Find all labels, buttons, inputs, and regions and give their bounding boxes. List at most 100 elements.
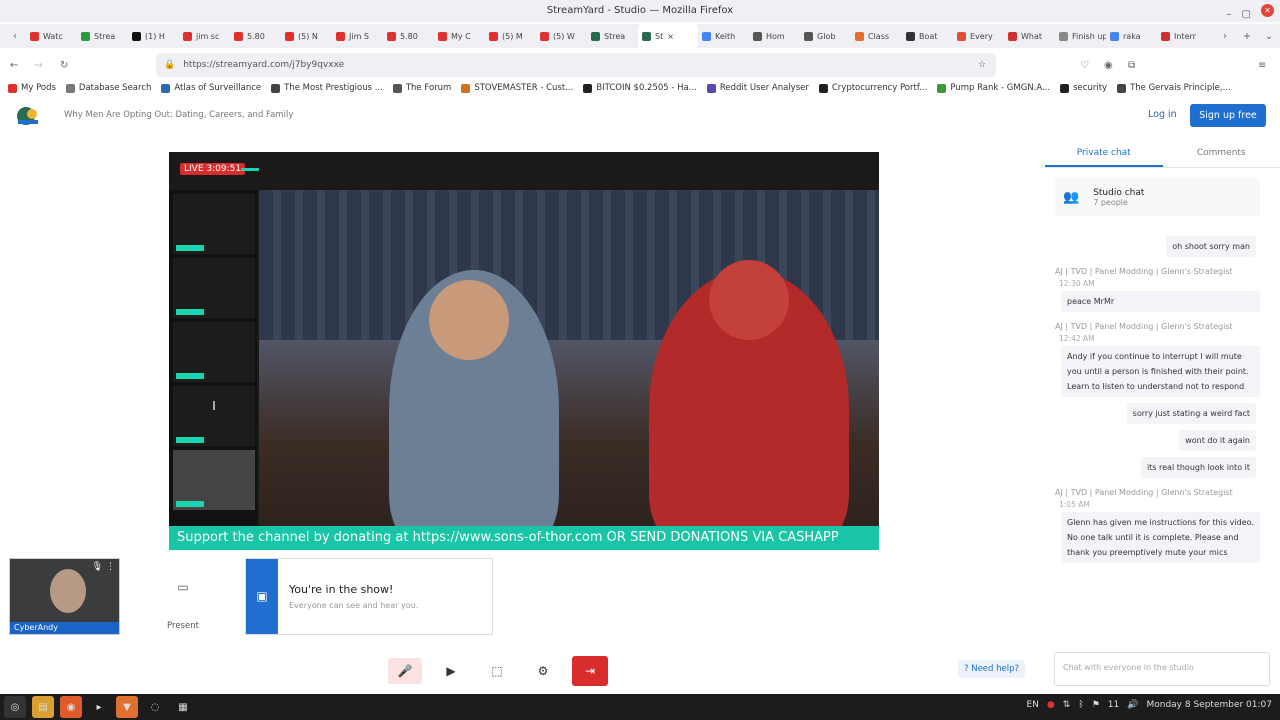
mic-off-icon[interactable]: 🎙	[92, 562, 103, 572]
browser-tab[interactable]: jim sc	[179, 24, 230, 48]
bookmark-item[interactable]: The Most Prestigious ...	[271, 83, 383, 93]
tab-label: Strea	[94, 31, 116, 41]
bookmark-item[interactable]: Pump Rank - GMGN.A...	[937, 83, 1050, 93]
guest-cam[interactable]	[173, 450, 255, 510]
minimize-icon[interactable]: –	[1227, 4, 1232, 26]
volume-level[interactable]: 11	[1108, 700, 1119, 710]
browser-tab[interactable]: (5) M	[485, 24, 536, 48]
browser-tab[interactable]: 5.80	[383, 24, 434, 48]
tab-close-icon[interactable]: ×	[667, 32, 674, 41]
self-camera-preview[interactable]: 🎙 ⋮ CyberAndy	[9, 558, 120, 635]
guest-cam[interactable]: I	[173, 386, 255, 446]
record-icon[interactable]: ●	[1047, 700, 1055, 710]
extensions-icon[interactable]: ⧉	[1128, 60, 1135, 71]
login-link[interactable]: Log in	[1148, 109, 1177, 120]
browser-tab[interactable]: Every	[953, 24, 1004, 48]
tab-list-icon[interactable]: ⌄	[1258, 31, 1280, 42]
browser-tab[interactable]: Boat	[902, 24, 953, 48]
camera-button[interactable]: ▶	[434, 658, 468, 684]
bookmark-label: Reddit User Analyser	[719, 83, 809, 93]
bookmark-star-icon[interactable]: ☆	[978, 60, 986, 70]
bookmark-item[interactable]: The Gervais Principle,...	[1117, 83, 1231, 93]
screen-share-icon: ⬚	[491, 664, 503, 678]
keyboard-layout[interactable]: EN	[1026, 700, 1038, 710]
close-icon[interactable]: ✕	[1261, 4, 1274, 17]
tab-comments[interactable]: Comments	[1163, 140, 1280, 167]
browser-tab[interactable]: My C	[434, 24, 485, 48]
present-button[interactable]: ▭ Present	[128, 558, 238, 635]
bluetooth-icon[interactable]: ᛒ	[1078, 700, 1083, 710]
bookmark-item[interactable]: Database Search	[65, 83, 151, 93]
bookmark-item[interactable]: Reddit User Analyser	[706, 83, 809, 93]
browser-tab[interactable]: (1) H	[128, 24, 179, 48]
notifications-icon[interactable]: ⚑	[1092, 700, 1100, 710]
bookmark-item[interactable]: STOVEMASTER - Cust...	[461, 83, 573, 93]
browser-tab[interactable]: Strea	[77, 24, 128, 48]
tab-private-chat[interactable]: Private chat	[1045, 140, 1163, 167]
browser-tab[interactable]: (5) N	[281, 24, 332, 48]
terminal-icon[interactable]: ▸	[88, 696, 110, 718]
file-manager-icon[interactable]: ▤	[32, 696, 54, 718]
maximize-icon[interactable]: ▢	[1242, 4, 1251, 26]
bookmark-item[interactable]: Atlas of Surveillance	[161, 83, 261, 93]
message-text: wont do it again	[1179, 430, 1256, 451]
reload-icon[interactable]: ↻	[60, 60, 68, 71]
browser-tab[interactable]: Watc	[26, 24, 77, 48]
bookmark-item[interactable]: security	[1060, 83, 1107, 93]
bookmark-item[interactable]: Cryptocurrency Portf...	[818, 83, 927, 93]
volume-icon[interactable]: 🔊	[1127, 700, 1138, 710]
browser-tab[interactable]: Glob	[800, 24, 851, 48]
firefox-icon[interactable]: ◉	[60, 696, 82, 718]
obs-icon[interactable]: ◌	[144, 696, 166, 718]
browser-tab[interactable]: St ×	[638, 24, 698, 48]
pocket-icon[interactable]: ♡	[1080, 60, 1089, 71]
browser-tab[interactable]: What	[1004, 24, 1055, 48]
guest-cam[interactable]	[173, 194, 255, 254]
browser-tab[interactable]: Jim S	[332, 24, 383, 48]
network-icon[interactable]: ⇅	[1063, 700, 1071, 710]
url-bar[interactable]: 🔒 https://streamyard.com/j7by9qvxxe ☆	[156, 53, 996, 77]
guest-cam[interactable]	[173, 258, 255, 318]
browser-tab[interactable]: Hom	[749, 24, 800, 48]
bookmark-label: BITCOIN $0.2505 - Ha...	[596, 83, 697, 93]
browser-tab[interactable]: raka	[1106, 24, 1157, 48]
tab-favicon-icon	[387, 31, 396, 41]
share-screen-button[interactable]: ⬚	[480, 658, 514, 684]
tab-favicon-icon	[906, 31, 915, 41]
tab-scroll-right-icon[interactable]: ›	[1214, 31, 1236, 42]
browser-tab[interactable]: 5.80	[230, 24, 281, 48]
browser-tab[interactable]: (5) W	[536, 24, 587, 48]
start-menu-icon[interactable]: ◎	[4, 696, 26, 718]
tab-scroll-left-icon[interactable]: ‹	[4, 31, 26, 42]
tab-label: (5) M	[502, 31, 523, 41]
app-window-icon[interactable]: ▦	[172, 696, 194, 718]
back-icon[interactable]: ←	[10, 60, 18, 71]
bookmark-item[interactable]: BITCOIN $0.2505 - Ha...	[583, 83, 697, 93]
message-text: Andy if you continue to interrupt I will…	[1061, 346, 1260, 397]
forward-icon[interactable]: →	[34, 60, 42, 71]
tab-favicon-icon	[234, 31, 243, 41]
chat-input[interactable]: Chat with everyone in the studio	[1054, 652, 1270, 686]
browser-tab[interactable]: Interr	[1157, 24, 1208, 48]
signup-button[interactable]: Sign up free	[1190, 104, 1266, 127]
browser-tab[interactable]: Finish up	[1055, 24, 1106, 48]
browser-tab[interactable]: Class	[851, 24, 902, 48]
settings-button[interactable]: ⚙	[526, 658, 560, 684]
more-options-icon[interactable]: ⋮	[106, 562, 115, 572]
leave-studio-button[interactable]: ⇥	[572, 656, 608, 686]
brave-icon[interactable]: ▼	[116, 696, 138, 718]
browser-tab[interactable]: Keith	[698, 24, 749, 48]
bookmark-item[interactable]: My Pods	[8, 83, 56, 93]
guest-cam[interactable]	[173, 322, 255, 382]
tab-favicon-icon	[1110, 31, 1119, 41]
need-help-button[interactable]: ? Need help?	[958, 660, 1026, 678]
menu-icon[interactable]: ≡	[1258, 60, 1266, 71]
bookmark-item[interactable]: The Forum	[392, 83, 451, 93]
tab-favicon-icon	[1059, 31, 1068, 41]
bookmark-favicon-icon	[1117, 83, 1127, 93]
chat-message-own: wont do it again	[1055, 430, 1256, 451]
mute-button[interactable]: 🎤	[388, 658, 422, 684]
browser-tab[interactable]: Strea	[587, 24, 638, 48]
account-icon[interactable]: ◉	[1104, 60, 1113, 71]
new-tab-icon[interactable]: +	[1236, 31, 1258, 42]
